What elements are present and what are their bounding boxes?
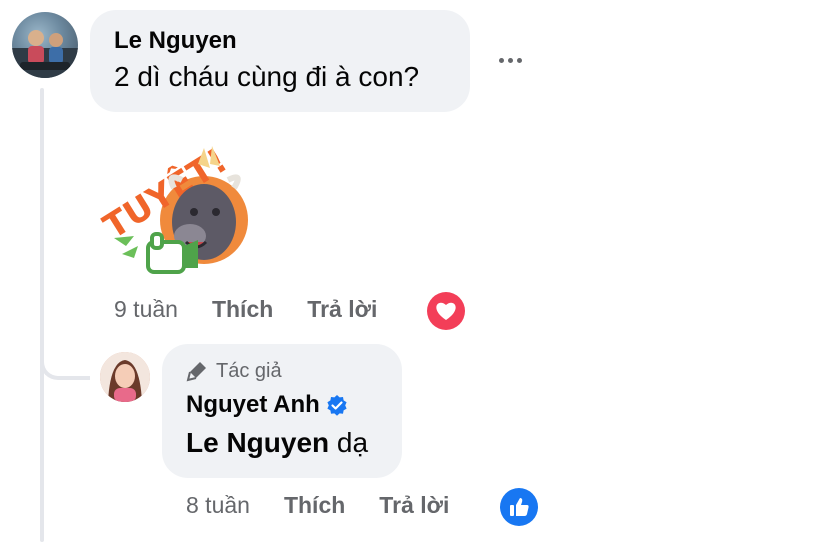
avatar[interactable] xyxy=(12,12,78,78)
reply-like-button[interactable]: Thích xyxy=(284,492,345,519)
author-badge-label: Tác giả xyxy=(216,360,282,382)
heart-icon[interactable] xyxy=(427,292,465,330)
like-icon[interactable] xyxy=(500,488,538,526)
more-options-icon[interactable] xyxy=(494,48,526,72)
comment-actions: 9 tuần Thích Trả lời xyxy=(114,296,411,323)
reply-actions: 8 tuần Thích Trả lời xyxy=(186,492,483,519)
reply-body: dạ xyxy=(336,427,369,458)
reply-reply-button[interactable]: Trả lời xyxy=(379,492,449,519)
like-button[interactable]: Thích xyxy=(212,296,273,323)
reply-bubble[interactable]: Tác giả Nguyet Anh Le Nguyen dạ xyxy=(162,344,402,478)
verified-badge-icon xyxy=(327,395,347,416)
thread-line xyxy=(40,88,44,542)
comment-text: 2 dì cháu cùng đi à con? xyxy=(114,61,420,92)
reply-author[interactable]: Nguyet Anh xyxy=(186,390,320,420)
reply-text: Le Nguyen dạ xyxy=(186,424,378,462)
sticker-image: TUYỆT! xyxy=(86,118,256,288)
reply-avatar[interactable] xyxy=(100,352,150,402)
comment-bubble[interactable]: Le Nguyen 2 dì cháu cùng đi à con? xyxy=(90,10,470,112)
author-badge: Tác giả xyxy=(186,358,378,384)
comment-author[interactable]: Le Nguyen xyxy=(114,26,446,56)
reply-button[interactable]: Trả lời xyxy=(307,296,377,323)
comment-timestamp[interactable]: 9 tuần xyxy=(114,296,178,323)
mention-link[interactable]: Le Nguyen xyxy=(186,427,329,458)
reply-timestamp[interactable]: 8 tuần xyxy=(186,492,250,519)
microphone-icon xyxy=(186,362,206,382)
thread-connector xyxy=(40,340,90,380)
